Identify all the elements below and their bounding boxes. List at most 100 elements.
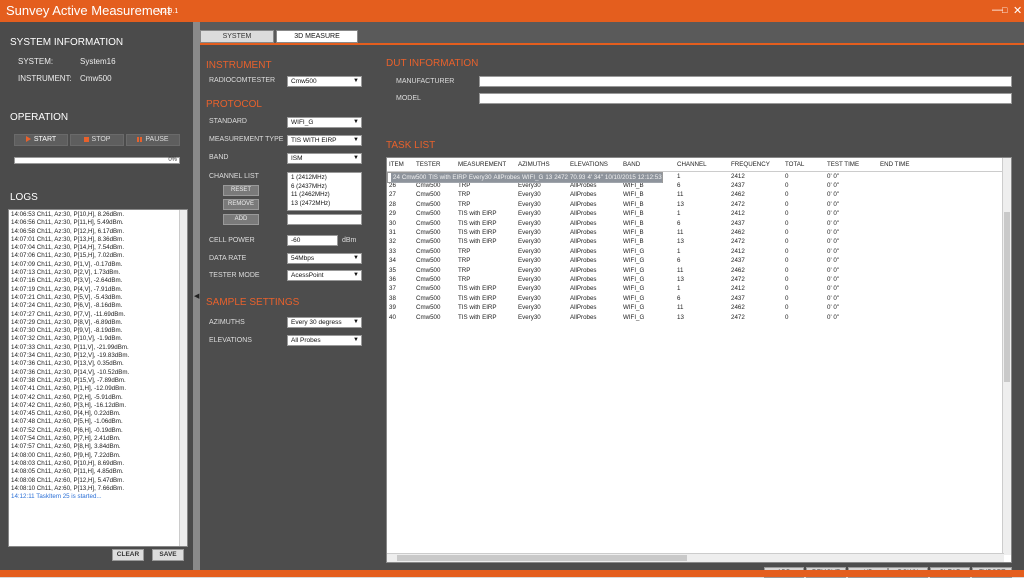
table-cell: 36 <box>389 275 396 283</box>
stop-button[interactable]: STOP <box>70 134 124 146</box>
table-row[interactable]: 28 Cmw500 TRP Every30 AllProbes WIFI_B 13 2472 0… <box>387 200 1004 209</box>
table-row[interactable]: 33 Cmw500 TRP Every30 AllProbes WIFI_G 1 2412 0 0… <box>387 247 1004 256</box>
logs-box[interactable]: 14:06:53 Ch11, Az:30, P[10,H], 8.26dBm. 1… <box>8 209 188 547</box>
table-row[interactable]: 30 Cmw500 TIS with EIRP Every30 AllProbes WIF… <box>387 219 1004 228</box>
column-header[interactable]: TOTAL <box>783 158 825 172</box>
channel-item[interactable]: 11 (2462MHz) <box>291 191 358 200</box>
log-line: 14:07:45 Ch11, Az:60, P[4,H], 0.22dBm. <box>11 410 121 418</box>
channel-list[interactable]: 1 (2412MHz) 6 (2437MHz) 11 (2462MHz) 13 … <box>287 172 362 211</box>
remove-channel-button[interactable]: REMOVE <box>223 199 259 210</box>
table-cell: 2462 <box>731 228 745 236</box>
close-icon[interactable]: ✕ <box>1013 4 1022 17</box>
tab-system[interactable]: SYSTEM <box>200 30 274 43</box>
elevations-select[interactable]: All Probes ▼ <box>287 335 362 346</box>
log-line: 14:07:48 Ch11, Az:60, P[5,H], -1.06dBm. <box>11 418 123 426</box>
logs-save-button[interactable]: SAVE <box>152 549 184 561</box>
log-line: 14:07:16 Ch11, Az:30, P[3,V], -2.64dBm. <box>11 277 123 285</box>
table-cell: 33 <box>389 247 396 255</box>
table-cell: 0' 0" <box>827 172 839 180</box>
table-cell <box>878 219 1004 228</box>
table-row[interactable]: 34 Cmw500 TRP Every30 AllProbes WIFI_G 6 2437 0 0… <box>387 256 1004 265</box>
table-cell: AllProbes <box>570 191 597 199</box>
table-cell: Every30 <box>518 313 541 321</box>
table-row[interactable]: 39 Cmw500 TIS with EIRP Every30 AllProbes WIF… <box>387 303 1004 312</box>
column-header[interactable]: TEST TIME <box>825 158 878 172</box>
table-cell: WIFI_B <box>623 200 644 208</box>
table-row[interactable]: 24 Cmw500 TIS with EIRP Every30 AllProbes WIF… <box>387 171 663 183</box>
table-cell: Every30 <box>518 304 541 312</box>
table-row[interactable]: 29 Cmw500 TIS with EIRP Every30 AllProbes WIF… <box>387 209 1004 218</box>
table-cell: TIS with EIRP <box>458 304 497 312</box>
azimuths-select[interactable]: Every 30 degress ▼ <box>287 317 362 328</box>
table-cell: 31 <box>389 228 396 236</box>
log-line: 14:06:58 Ch11, Az:30, P[12,H], 6.17dBm. <box>11 227 125 235</box>
table-row[interactable]: 27 Cmw500 TRP Every30 AllProbes WIFI_B 11 2462 0… <box>387 190 1004 199</box>
column-header[interactable]: TESTER <box>414 158 456 172</box>
column-header[interactable]: ELEVATIONS <box>568 158 621 172</box>
task-table[interactable]: ITEM TESTER MEASUREMENT AZIMUTHS ELEVATIONS B… <box>386 157 1012 563</box>
data-rate-select[interactable]: 54Mbps ▼ <box>287 253 362 264</box>
channel-add-input[interactable] <box>287 214 362 225</box>
table-cell: Cmw500 <box>416 228 441 236</box>
instrument-heading: INSTRUMENT <box>206 60 272 71</box>
table-row[interactable]: 35 Cmw500 TRP Every30 AllProbes WIFI_G 11 2462 0… <box>387 266 1004 275</box>
table-row[interactable]: 37 Cmw500 TIS with EIRP Every30 AllProbes WIF… <box>387 284 1004 293</box>
column-header[interactable]: MEASUREMENT <box>456 158 516 172</box>
model-input[interactable] <box>479 93 1012 104</box>
logs-scrollbar[interactable] <box>179 210 187 546</box>
table-cell: TRP <box>458 191 471 199</box>
table-horizontal-scrollbar[interactable] <box>387 553 1004 562</box>
standard-select[interactable]: WIFI_G ▼ <box>287 117 362 128</box>
band-select[interactable]: ISM ▼ <box>287 153 362 164</box>
column-header[interactable]: ITEM <box>387 158 414 172</box>
app-title: Sunvey Active Measurement <box>6 3 171 18</box>
table-cell: 2437 <box>731 257 745 265</box>
table-cell: 2437 <box>731 181 745 189</box>
table-row[interactable]: 36 Cmw500 TRP Every30 AllProbes WIFI_G 13 2472 0… <box>387 275 1004 284</box>
scroll-thumb[interactable] <box>397 555 687 561</box>
column-header[interactable]: BAND <box>621 158 675 172</box>
table-cell: 39 <box>389 304 396 312</box>
table-cell: 32 <box>389 238 396 246</box>
column-header[interactable]: CHANNEL <box>675 158 729 172</box>
scroll-thumb[interactable] <box>1004 212 1010 382</box>
tester-mode-label: TESTER MODE <box>209 272 260 279</box>
table-row[interactable]: 38 Cmw500 TIS with EIRP Every30 AllProbes WIF… <box>387 294 1004 303</box>
tab-3d-measure[interactable]: 3D MEASURE <box>276 30 358 43</box>
table-cell: WIFI_B <box>623 219 644 227</box>
log-line: 14:07:13 Ch11, Az:30, P[2,V], 1.73dBm. <box>11 269 121 277</box>
table-cell <box>878 181 1004 190</box>
table-row[interactable]: 32 Cmw500 TIS with EIRP Every30 AllProbes WIF… <box>387 237 1004 246</box>
bottom-bar <box>0 570 1024 577</box>
logs-clear-button[interactable]: CLEAR <box>112 549 144 561</box>
table-row[interactable]: 40 Cmw500 TIS with EIRP Every30 AllProbes WIF… <box>387 313 1004 322</box>
reset-button[interactable]: RESET <box>223 185 259 196</box>
channel-item[interactable]: 6 (2437MHz) <box>291 183 358 192</box>
manufacturer-input[interactable] <box>479 76 1012 87</box>
table-cell <box>878 200 1004 209</box>
cell-power-input[interactable]: -60 <box>287 235 338 246</box>
table-cell: AllProbes <box>570 304 597 312</box>
measure-content: INSTRUMENT RADIOCOMTESTER Cmw500 ▼ PROTOC… <box>200 43 1024 578</box>
table-vertical-scrollbar[interactable] <box>1002 158 1011 555</box>
channel-item[interactable]: 1 (2412MHz) <box>291 174 358 183</box>
add-channel-button[interactable]: ADD <box>223 214 259 225</box>
start-button[interactable]: START <box>14 134 68 146</box>
log-line: 14:08:03 Ch11, Az:60, P[10,H], 8.69dBm. <box>11 459 125 467</box>
column-header[interactable]: END TIME <box>878 158 1004 172</box>
pause-button[interactable]: PAUSE <box>126 134 180 146</box>
radio-tester-select[interactable]: Cmw500 ▼ <box>287 76 362 87</box>
table-cell: 1 <box>677 247 681 255</box>
table-cell: Cmw500 <box>416 191 441 199</box>
maximize-icon[interactable]: □ <box>1002 5 1007 15</box>
panel-collapse-handle[interactable]: ◀ <box>193 22 200 570</box>
chevron-down-icon: ▼ <box>353 137 359 143</box>
channel-item[interactable]: 13 (2472MHz) <box>291 200 358 209</box>
measurement-type-select[interactable]: TIS WITH EIRP ▼ <box>287 135 362 146</box>
radio-tester-label: RADIOCOMTESTER <box>209 77 276 84</box>
table-row[interactable]: 31 Cmw500 TIS with EIRP Every30 AllProbes WIF… <box>387 228 1004 237</box>
column-header[interactable]: AZIMUTHS <box>516 158 568 172</box>
tester-mode-select[interactable]: AcessPoint ▼ <box>287 270 362 281</box>
column-header[interactable]: FREQUENCY <box>729 158 783 172</box>
table-cell: 13 <box>677 200 684 208</box>
